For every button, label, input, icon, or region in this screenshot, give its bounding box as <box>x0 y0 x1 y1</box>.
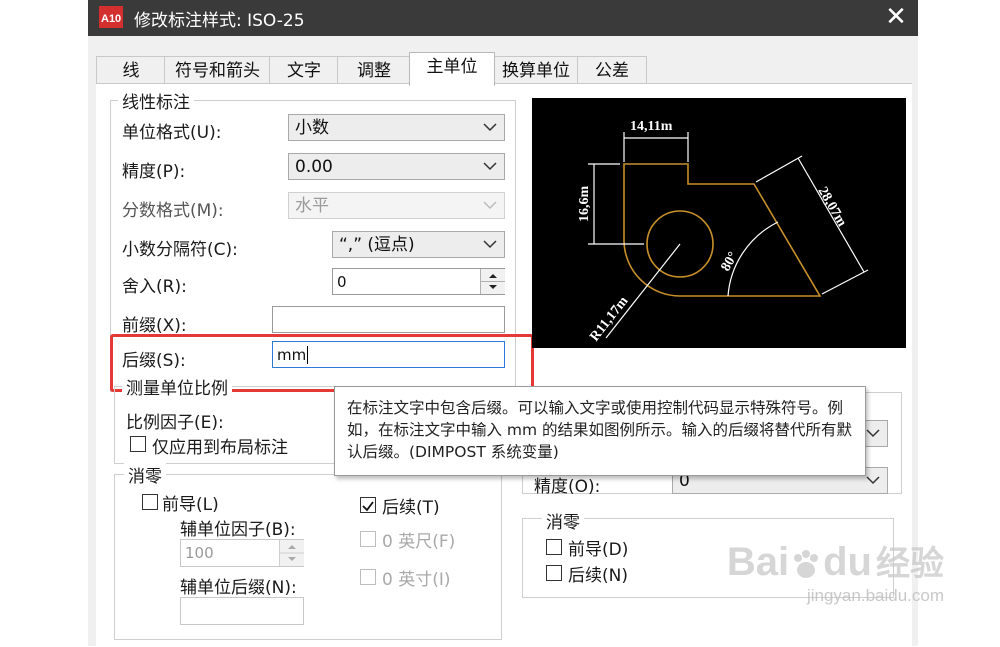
preview-dim-top: 14,11m <box>630 119 673 134</box>
fraction-format-label: 分数格式(M): <box>122 201 224 221</box>
chevron-down-icon <box>866 429 880 438</box>
zero-suppression-title: 消零 <box>124 462 166 487</box>
zero-feet-label: 0 英尺(F) <box>382 532 456 552</box>
tab-primary-units[interactable]: 主单位 <box>409 52 495 86</box>
dimension-preview: 14,11m 16,6m 28,07m 80° R11,17m <box>532 98 906 348</box>
decimal-separator-select[interactable]: “,” (逗点) <box>332 231 505 258</box>
baidu-watermark: Bai du 经验 jingyan.baidu.com <box>727 540 944 606</box>
preview-dim-radius: R11,17m <box>587 294 631 345</box>
tab-tolerances[interactable]: 公差 <box>577 56 647 85</box>
round-off-value: 0 <box>337 273 347 291</box>
leading-zero-label: 前导(L) <box>162 495 219 515</box>
sub-unit-factor-value: 100 <box>185 544 214 562</box>
sub-unit-suffix-input[interactable] <box>180 597 304 625</box>
watermark-brand: Bai <box>726 540 790 584</box>
precision-select[interactable]: 0.00 <box>288 153 505 180</box>
svg-text:A10: A10 <box>101 13 121 25</box>
angular-leading-label: 前导(D) <box>568 540 629 560</box>
fraction-format-select[interactable]: 水平 <box>288 192 505 219</box>
leading-zero-checkbox[interactable] <box>142 494 158 510</box>
angular-zero-suppression-title: 消零 <box>542 508 584 533</box>
unit-format-value: 小数 <box>295 118 329 138</box>
angular-trailing-label: 后续(N) <box>568 566 628 586</box>
spin-arrows-icon <box>280 545 304 561</box>
chevron-down-icon <box>483 240 497 249</box>
zero-feet-checkbox[interactable] <box>360 531 376 547</box>
sub-unit-suffix-label: 辅单位后缀(N): <box>180 578 297 598</box>
window-title: 修改标注样式: ISO-25 <box>134 11 305 31</box>
linear-dimensions-title: 线性标注 <box>118 88 194 113</box>
trailing-zero-label: 后续(T) <box>382 498 440 518</box>
decimal-separator-label: 小数分隔符(C): <box>122 240 238 260</box>
precision-label: 精度(P): <box>122 162 186 182</box>
preview-dim-angle: 80° <box>718 250 741 274</box>
tab-text[interactable]: 文字 <box>269 56 339 85</box>
tab-fit[interactable]: 调整 <box>337 56 411 85</box>
chevron-down-icon <box>866 476 880 485</box>
preview-drawing: 14,11m 16,6m 28,07m 80° R11,17m <box>577 119 869 345</box>
tooltip-text: 在标注文字中包含后缀。可以输入文字或使用控制代码显示特殊符号。例如，在标注文字中… <box>347 399 853 461</box>
prefix-label: 前缀(X): <box>122 316 187 336</box>
paw-icon <box>789 547 823 581</box>
angular-trailing-checkbox[interactable] <box>546 565 562 581</box>
prefix-input[interactable] <box>272 306 505 333</box>
unit-format-select[interactable]: 小数 <box>288 114 505 141</box>
watermark-url: jingyan.baidu.com <box>806 586 944 605</box>
tab-alternate-units[interactable]: 换算单位 <box>493 56 579 85</box>
angular-leading-checkbox[interactable] <box>546 539 562 555</box>
trailing-zero-checkbox[interactable] <box>360 497 376 513</box>
tab-symbols-arrows[interactable]: 符号和箭头 <box>164 56 271 85</box>
sub-unit-factor-spinner[interactable] <box>279 540 304 566</box>
spin-arrows-icon <box>481 274 505 289</box>
chevron-down-icon <box>483 201 497 210</box>
unit-format-label: 单位格式(U): <box>122 123 222 143</box>
decimal-separator-value: “,” (逗点) <box>339 235 415 255</box>
layout-only-checkbox[interactable] <box>130 436 146 452</box>
layout-only-label: 仅应用到布局标注 <box>152 438 288 458</box>
zero-inches-checkbox[interactable] <box>360 569 376 585</box>
scale-factor-label: 比例因子(E): <box>126 413 224 433</box>
zero-inches-label: 0 英寸(I) <box>382 570 451 590</box>
close-button[interactable]: ✕ <box>882 2 910 32</box>
autocad-app-icon: A10 <box>98 4 124 30</box>
watermark-brand2: du <box>823 540 872 584</box>
tab-lines[interactable]: 线 <box>96 56 166 85</box>
watermark-jingyan: 经验 <box>876 545 944 583</box>
preview-dim-left: 16,6m <box>577 186 592 223</box>
suffix-tooltip: 在标注文字中包含后缀。可以输入文字或使用控制代码显示特殊符号。例如，在标注文字中… <box>334 386 866 476</box>
chevron-down-icon <box>483 123 497 132</box>
precision-value: 0.00 <box>295 157 333 177</box>
round-off-label: 舍入(R): <box>122 277 187 297</box>
preview-dim-right: 28,07m <box>815 185 850 230</box>
sub-unit-factor-label: 辅单位因子(B): <box>180 520 296 540</box>
measurement-scale-title: 测量单位比例 <box>122 374 232 399</box>
checkmark-icon <box>362 501 374 512</box>
round-off-spinner[interactable] <box>480 269 505 294</box>
chevron-down-icon <box>483 162 497 171</box>
fraction-format-value: 水平 <box>295 196 329 216</box>
title-bar[interactable]: A10 修改标注样式: ISO-25 ✕ <box>88 0 918 36</box>
